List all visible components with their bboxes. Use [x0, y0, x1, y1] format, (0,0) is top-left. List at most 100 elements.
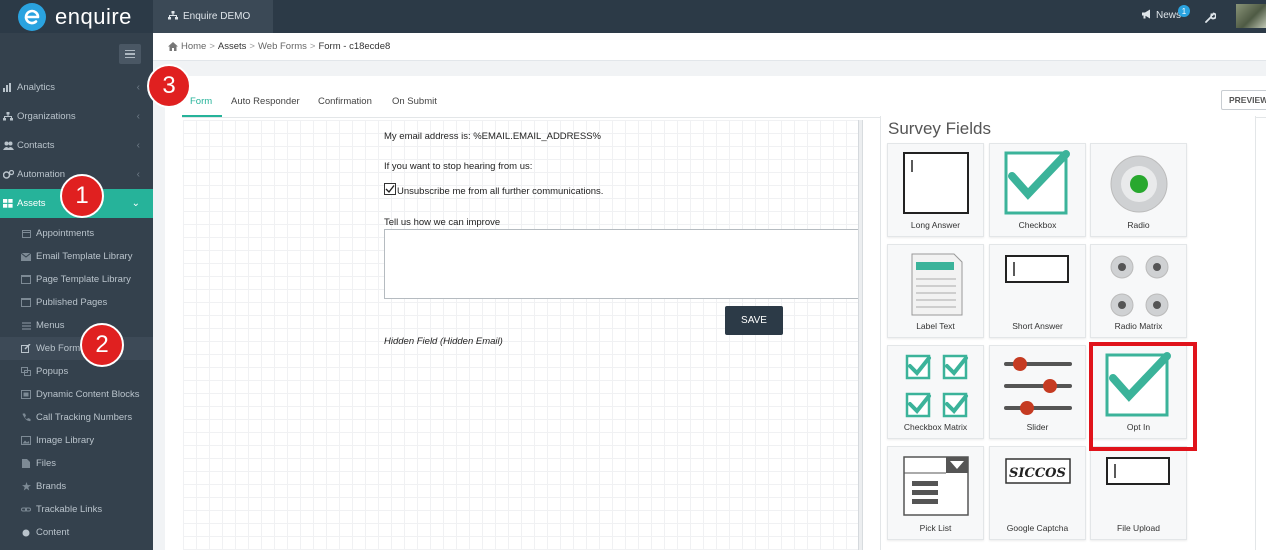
field-file-upload[interactable]: File Upload: [1090, 446, 1187, 540]
tab-form[interactable]: Form: [190, 96, 212, 107]
unsubscribe-label: Unsubscribe me from all further communic…: [397, 186, 604, 197]
sidebar-subitem-label: Published Pages: [36, 297, 108, 308]
account-tab[interactable]: Enquire DEMO: [153, 0, 273, 33]
breadcrumb-current: Form - c18ecde8: [318, 41, 391, 52]
field-radio-matrix[interactable]: Radio Matrix: [1090, 244, 1187, 338]
field-checkbox-matrix[interactable]: Checkbox Matrix: [887, 345, 984, 439]
sidebar-subitem-trackable-links[interactable]: Trackable Links: [0, 498, 153, 521]
chevron-down-icon: ⌄: [131, 198, 140, 209]
sidebar-subitem-label: Popups: [36, 366, 69, 377]
survey-fields-title: Survey Fields: [888, 119, 991, 138]
sidebar-subitem-email-template-library[interactable]: Email Template Library: [0, 245, 153, 268]
field-label: Checkbox: [1018, 220, 1057, 230]
sidebar-subitem-label: Image Library: [36, 435, 95, 446]
checkbox-matrix-icon: [905, 354, 968, 418]
tab-on-submit[interactable]: On Submit: [392, 96, 437, 107]
improve-textarea[interactable]: [384, 229, 858, 299]
sidebar-subitem-page-template-library[interactable]: Page Template Library: [0, 268, 153, 291]
opt-in-highlight: [1089, 342, 1197, 451]
sidebar-subitem-label: Menus: [36, 320, 65, 331]
radio-icon: [1110, 155, 1168, 213]
hidden-field-label[interactable]: Hidden Field (Hidden Email): [384, 336, 503, 347]
sidebar-subitem-web-forms[interactable]: Web Forms: [0, 337, 153, 360]
list-icon: [20, 321, 32, 330]
chevron-left-icon: ‹: [136, 111, 140, 122]
sidebar-subitem-label: Dynamic Content Blocks: [36, 389, 140, 400]
field-long-answer[interactable]: Long Answer: [887, 143, 984, 237]
save-button[interactable]: SAVE: [725, 306, 783, 335]
sidebar-item-analytics[interactable]: Analytics ‹: [0, 73, 153, 102]
sidebar-item-organizations[interactable]: Organizations ‹: [0, 102, 153, 131]
sidebar-subitem-call-tracking-numbers[interactable]: Call Tracking Numbers: [0, 406, 153, 429]
envelope-icon: [20, 252, 32, 261]
slider-icon: [1004, 357, 1072, 415]
sidebar-subitem-content[interactable]: Content: [0, 521, 153, 544]
popup-icon: [20, 367, 32, 376]
label-text-icon: [911, 253, 963, 316]
sidebar-subitem-menus[interactable]: Menus: [0, 314, 153, 337]
field-label: Slider: [1026, 422, 1049, 432]
field-label-text[interactable]: Label Text: [887, 244, 984, 338]
breadcrumb-assets[interactable]: Assets: [218, 41, 247, 52]
sidebar-subitem-image-library[interactable]: Image Library: [0, 429, 153, 452]
field-label: Short Answer: [1012, 321, 1063, 331]
sidebar-subitem-files[interactable]: Files: [0, 452, 153, 475]
chevron-left-icon: ‹: [136, 169, 140, 180]
sidebar-subitem-brands[interactable]: Brands: [0, 475, 153, 498]
form-editor-panel: Form Auto Responder Confirmation On Subm…: [165, 76, 1266, 550]
preview-button[interactable]: PREVIEW: [1221, 90, 1266, 110]
canvas-scroll-edge: [859, 120, 863, 550]
field-label: Radio: [1127, 220, 1150, 230]
breadcrumb-separator: >: [209, 41, 215, 52]
field-short-answer[interactable]: Short Answer: [989, 244, 1086, 338]
sidebar-subitem-appointments[interactable]: Appointments: [0, 222, 153, 245]
sidebar-item-contacts[interactable]: Contacts ‹: [0, 131, 153, 160]
calendar-icon: [20, 229, 32, 238]
wrench-icon[interactable]: [1204, 10, 1217, 28]
field-checkbox[interactable]: Checkbox: [989, 143, 1086, 237]
sitemap-icon: [2, 112, 14, 121]
email-text-line: My email address is: %EMAIL.EMAIL_ADDRES…: [384, 131, 601, 142]
news-link[interactable]: News: [1141, 9, 1181, 22]
breadcrumb-web-forms[interactable]: Web Forms: [258, 41, 307, 52]
enquire-logo[interactable]: enquire: [18, 2, 132, 32]
form-canvas[interactable]: My email address is: %EMAIL.EMAIL_ADDRES…: [183, 120, 859, 550]
step-1-bubble: 1: [60, 174, 104, 218]
field-google-captcha[interactable]: SICCOS Google Captcha: [989, 446, 1086, 540]
sidebar: Analytics ‹ Organizations ‹ Contacts ‹ A…: [0, 33, 153, 550]
sidebar-item-label: Automation: [17, 169, 66, 180]
stop-hearing-text: If you want to stop hearing from us:: [384, 161, 533, 172]
long-answer-icon: [903, 152, 969, 214]
edit-icon: [20, 344, 32, 353]
breadcrumb-home[interactable]: Home: [181, 41, 206, 52]
chart-icon: [2, 83, 14, 92]
pick-list-icon: [903, 456, 969, 516]
account-tab-label: Enquire DEMO: [183, 11, 251, 22]
sidebar-subitem-label: Content: [36, 527, 70, 538]
tab-confirmation[interactable]: Confirmation: [318, 96, 372, 107]
field-pick-list[interactable]: Pick List: [887, 446, 984, 540]
sidebar-subitem-label: Email Template Library: [36, 251, 133, 262]
sidebar-subitem-published-pages[interactable]: Published Pages: [0, 291, 153, 314]
sidebar-subitem-popups[interactable]: Popups: [0, 360, 153, 383]
survey-fields-panel: Survey Fields Long Answer Checkbox Radio…: [880, 116, 1256, 550]
breadcrumb: Home > Assets > Web Forms > Form - c18ec…: [153, 33, 1266, 61]
page-icon: [20, 275, 32, 284]
sidebar-subitem-dynamic-content-blocks[interactable]: Dynamic Content Blocks: [0, 383, 153, 406]
improve-label: Tell us how we can improve: [384, 217, 501, 228]
field-radio[interactable]: Radio: [1090, 143, 1187, 237]
sidebar-item-label: Contacts: [17, 140, 55, 151]
chevron-left-icon: ‹: [136, 140, 140, 151]
step-3-bubble: 3: [147, 64, 191, 108]
unsubscribe-checkbox[interactable]: [384, 183, 396, 195]
users-icon: [2, 141, 14, 150]
field-label: File Upload: [1117, 523, 1160, 533]
field-slider[interactable]: Slider: [989, 345, 1086, 439]
field-label: Label Text: [916, 321, 955, 331]
tab-auto-responder[interactable]: Auto Responder: [231, 96, 300, 107]
news-count-badge: 1: [1178, 5, 1190, 17]
menu-toggle-icon[interactable]: [119, 44, 141, 64]
user-avatar[interactable]: [1236, 4, 1266, 28]
dot-icon: [20, 529, 32, 537]
captcha-icon: SICCOS: [1005, 458, 1071, 484]
